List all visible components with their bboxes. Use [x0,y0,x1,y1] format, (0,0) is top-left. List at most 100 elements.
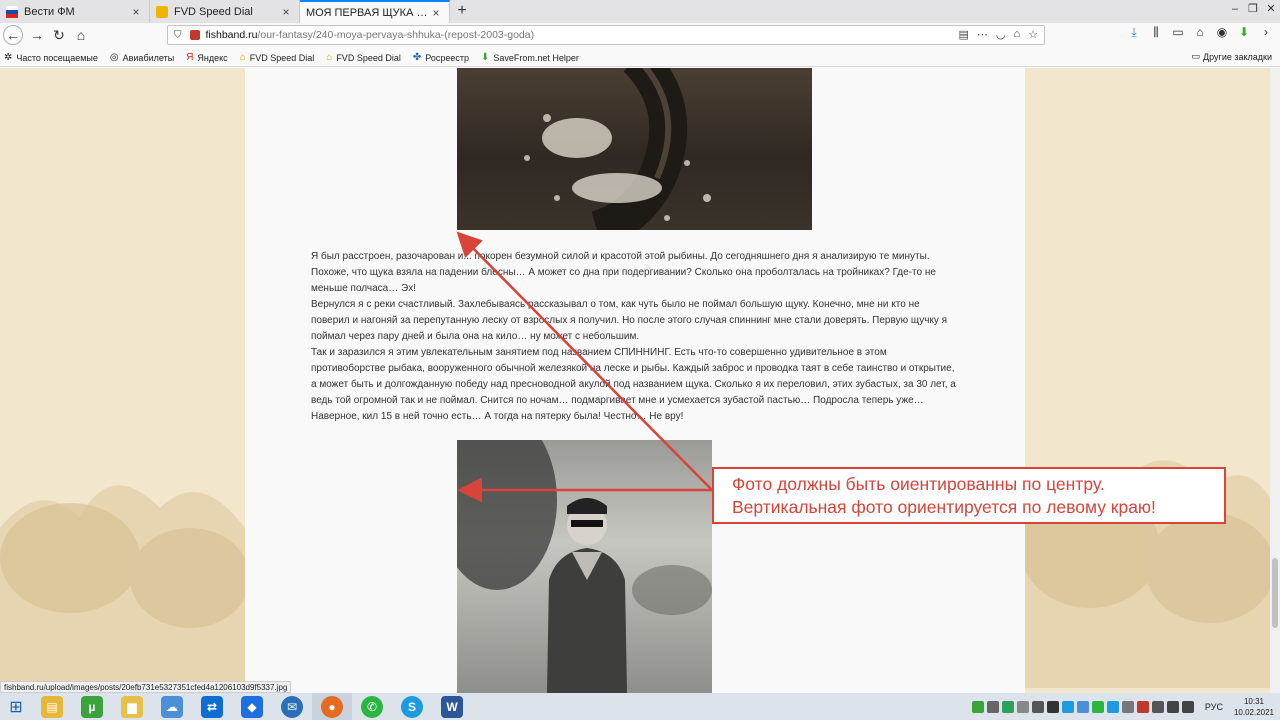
volume-icon[interactable] [1181,700,1194,713]
fvd-extension-icon[interactable]: ⌂ [1013,28,1020,41]
fvd-icon: ⌂ [326,52,333,63]
gear-icon: ✲ [4,52,13,63]
skype-icon: S [401,695,423,718]
download-icon[interactable]: ⤓ [1126,25,1142,40]
library-icon[interactable]: ⫼ [1148,25,1164,40]
tray-app-icon[interactable] [1106,700,1119,713]
address-bar[interactable]: ⛉ fishband.ru/our-fantasy/240-moya-perva… [167,25,1045,45]
word-icon: W [441,695,463,718]
tray-app-icon[interactable] [1046,700,1059,713]
windows-logo-icon: ⊞ [9,698,23,716]
taskbar-app-word[interactable]: W [432,693,472,720]
close-tab-icon[interactable]: × [429,6,443,20]
taskbar-app-dropbox[interactable]: ◆ [232,693,272,720]
tray-app-icon[interactable] [1121,700,1134,713]
other-bookmarks-label: Другие закладки [1203,51,1272,62]
maximize-button[interactable]: ❐ [1244,0,1262,23]
tray-app-icon[interactable] [1076,700,1089,713]
dropbox-icon: ◆ [241,695,263,718]
url-host: fishband.ru [205,29,258,41]
boy-photo-illustration [457,440,712,693]
boy-portrait-photo[interactable] [457,440,712,693]
tray-app-icon[interactable] [1016,700,1029,713]
tab-title: Вести ФМ [24,5,75,18]
article-paragraph: Я был расстроен, разочарован и... покоре… [311,251,936,294]
tray-app-icon[interactable] [1091,700,1104,713]
back-button[interactable]: ← [3,25,23,45]
taskbar-app-utorrent[interactable]: µ [72,693,112,720]
bookmark-yandex[interactable]: Я Яндекс [182,52,232,63]
reload-button[interactable]: ↻ [48,24,70,46]
forward-arrow-icon: → [30,27,44,43]
bookmark-star-icon[interactable]: ☆ [1028,28,1038,41]
site-favicon-icon [189,30,200,40]
taskbar-app-firefox[interactable]: ● [312,693,352,720]
system-tray: РУС 10:31 10.02.2021 [971,693,1280,720]
savefrom-download-icon[interactable]: ⬇ [1236,25,1252,40]
close-tab-icon[interactable]: × [279,5,293,19]
system-clock[interactable]: 10:31 10.02.2021 [1234,696,1274,718]
network-icon[interactable] [1166,700,1179,713]
close-tab-icon[interactable]: × [129,5,143,19]
taskbar-app-cloud[interactable]: ☁ [152,693,192,720]
minimize-button[interactable]: – [1226,0,1244,23]
utorrent-icon: µ [81,695,103,718]
extension-icon[interactable]: › [1258,25,1274,40]
bookmark-label: FVD Speed Dial [336,52,401,63]
url-path: /our-fantasy/240-moya-pervaya-shhuka-(re… [257,29,535,41]
article-column: Я был расстроен, разочарован и... покоре… [245,68,1025,693]
taskbar-app-folder[interactable]: ▆ [112,693,152,720]
sidebar-icon[interactable]: ▭ [1170,25,1186,40]
tray-app-icon[interactable] [1151,700,1164,713]
tray-shield-icon[interactable] [1001,700,1014,713]
language-indicator[interactable]: РУС [1205,702,1223,712]
tab-current-article[interactable]: МОЯ ПЕРВАЯ ЩУКА (репост 2003 × [300,0,450,23]
taskbar-app-skype[interactable]: S [392,693,432,720]
page-actions-icon[interactable]: ⋯ [977,28,988,41]
tray-app-icon[interactable] [986,700,999,713]
firefox-icon: ● [321,695,343,718]
bookmark-label: Росреестр [425,52,469,63]
pike-jumping-photo[interactable] [457,68,812,230]
start-button[interactable]: ⊞ [0,693,32,720]
tray-app-icon[interactable] [971,700,984,713]
tray-app-icon[interactable] [1136,700,1149,713]
fvd-favicon-icon [156,5,168,18]
bookmark-label: Авиабилеты [122,52,175,63]
pocket-icon[interactable]: ◡ [996,28,1006,41]
bookmark-rosreestr[interactable]: ✤ Росреестр [409,52,473,63]
speed-dial-icon[interactable]: ⌂ [1192,25,1208,40]
folder-icon: ▆ [121,695,143,718]
new-tab-button[interactable]: + [450,0,474,23]
web-page: Я был расстроен, разочарован и... покоре… [0,68,1270,693]
tab-title: FVD Speed Dial [174,5,253,18]
account-icon[interactable]: ◉ [1214,25,1230,40]
home-button[interactable]: ⌂ [70,24,92,46]
bookmark-frequent[interactable]: ✲ Часто посещаемые [0,52,102,63]
close-window-button[interactable]: ✕ [1262,0,1280,23]
tab-strip: Вести ФМ × FVD Speed Dial × МОЯ ПЕРВАЯ Щ… [0,0,1280,23]
page-scrollbar[interactable] [1270,68,1280,693]
url-actions: ▤ ⋯ ◡ ⌂ ☆ [958,28,1038,41]
taskbar-app-teamviewer[interactable]: ⇄ [192,693,232,720]
tab-fvd-speed-dial[interactable]: FVD Speed Dial × [150,0,300,23]
browser-toolbar: ⤓ ⫼ ▭ ⌂ ◉ ⬇ › ≡ [1126,25,1280,40]
savefrom-icon: ⬇ [481,52,490,63]
tray-app-icon[interactable] [1031,700,1044,713]
bookmark-aviabilety[interactable]: ◎ Авиабилеты [106,52,178,63]
reader-view-icon[interactable]: ▤ [958,28,968,41]
other-bookmarks[interactable]: ▭ Другие закладки [1192,51,1272,62]
bookmark-savefrom[interactable]: ⬇ SaveFrom.net Helper [477,52,583,63]
scrollbar-thumb[interactable] [1272,558,1278,628]
taskbar-app-thunderbird[interactable]: ✉ [272,693,312,720]
forward-button[interactable]: → [26,24,48,46]
tray-app-icon[interactable] [1061,700,1074,713]
bookmark-fvd-2[interactable]: ⌂ FVD Speed Dial [322,52,405,63]
taskbar-app-whatsapp[interactable]: ✆ [352,693,392,720]
shield-icon[interactable]: ⛉ [174,30,182,41]
tab-vesti-fm[interactable]: Вести ФМ × [0,0,150,23]
windows-taskbar: ⊞ ▤ µ ▆ ☁ ⇄ ◆ ✉ ● ✆ S W РУС 10:31 10.02.… [0,693,1280,720]
taskbar-app-explorer[interactable]: ▤ [32,693,72,720]
bookmark-fvd-1[interactable]: ⌂ FVD Speed Dial [236,52,319,63]
whatsapp-icon: ✆ [361,695,383,718]
